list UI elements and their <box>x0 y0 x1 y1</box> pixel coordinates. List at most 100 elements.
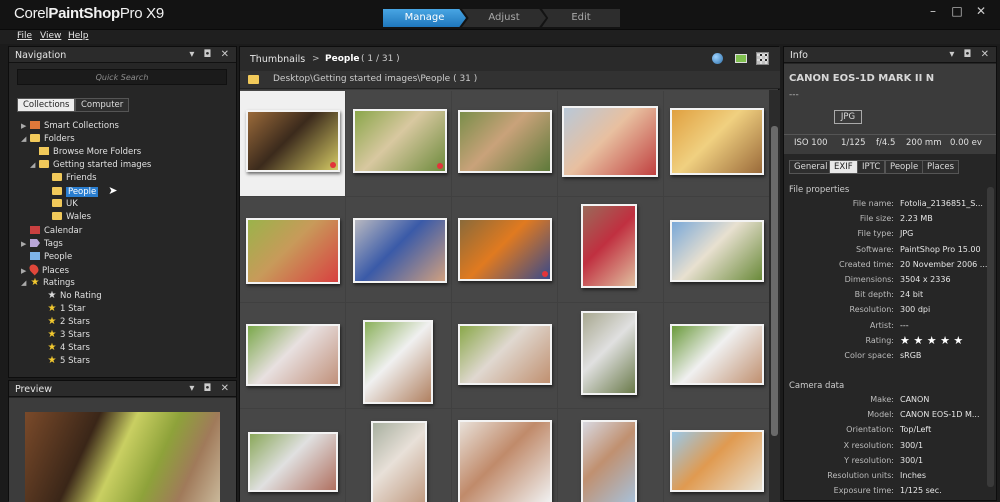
tree-getting-started[interactable]: ◢ Getting started images <box>30 159 151 171</box>
tree-5-stars[interactable]: ★ 5 Stars <box>47 355 90 367</box>
thumbnail-image[interactable] <box>670 430 764 492</box>
thumbnail-image[interactable] <box>353 109 447 173</box>
thumbnail-cell[interactable] <box>452 409 558 502</box>
map-icon[interactable] <box>735 54 747 63</box>
thumbnail-cell[interactable] <box>240 303 346 409</box>
thumbnail-image[interactable] <box>581 204 637 288</box>
thumbnail-cell[interactable] <box>664 197 769 303</box>
thumbnail-image[interactable] <box>246 218 340 284</box>
tab-collections[interactable]: Collections <box>17 98 76 112</box>
thumbnail-grid <box>240 90 769 502</box>
thumbnail-image[interactable] <box>248 432 338 492</box>
thumbnail-image[interactable] <box>458 324 552 385</box>
thumbnail-cell[interactable] <box>664 91 769 197</box>
menu-help[interactable]: Help <box>68 31 89 41</box>
panel-controls[interactable]: ▾ ◘ ✕ <box>189 49 232 60</box>
tree-wales[interactable]: Wales <box>52 211 91 223</box>
thumbnail-cell[interactable] <box>240 409 346 502</box>
grid-view-icon[interactable] <box>756 52 769 65</box>
close-button[interactable]: ✕ <box>972 4 990 18</box>
thumbnail-image[interactable] <box>371 421 427 502</box>
breadcrumb-people[interactable]: People <box>325 54 360 64</box>
thumbnails-scrollbar[interactable] <box>769 90 780 502</box>
menu-view[interactable]: View <box>40 31 61 41</box>
thumbnail-image[interactable] <box>458 420 552 502</box>
tab-exif[interactable]: EXIF <box>829 160 858 174</box>
thumbnail-cell[interactable] <box>346 409 452 502</box>
property-row: Created time: 20 November 2006 ... <box>784 259 996 270</box>
expand-icon[interactable]: ▶ <box>21 120 30 132</box>
thumbnail-cell[interactable] <box>664 409 769 502</box>
tree-1-star[interactable]: ★ 1 Star <box>47 303 86 315</box>
thumbnail-cell[interactable] <box>558 409 664 502</box>
thumbnail-cell[interactable] <box>664 303 769 409</box>
menu-file[interactable]: File <box>17 31 32 41</box>
panel-controls[interactable]: ▾ ◘ ✕ <box>189 383 232 394</box>
minimize-button[interactable]: – <box>924 4 942 18</box>
tree-3-stars[interactable]: ★ 3 Stars <box>47 329 90 341</box>
thumbnail-image[interactable] <box>670 108 764 175</box>
panel-controls[interactable]: ▾ ◘ ✕ <box>949 49 992 60</box>
thumbnail-cell[interactable] <box>558 197 664 303</box>
thumbnail-cell[interactable] <box>346 91 452 197</box>
people-icon <box>30 252 40 260</box>
thumbnail-cell[interactable] <box>346 303 452 409</box>
tree-no-rating[interactable]: ★ No Rating <box>47 290 102 302</box>
thumbnail-cell[interactable] <box>558 303 664 409</box>
tree-browse-more[interactable]: Browse More Folders <box>39 146 141 158</box>
tree-uk[interactable]: UK <box>52 198 78 210</box>
thumbnail-cell[interactable] <box>452 197 558 303</box>
info-scrollbar[interactable] <box>987 187 994 487</box>
thumbnail-image[interactable] <box>581 311 637 395</box>
collapse-icon[interactable]: ◢ <box>21 277 30 289</box>
thumbnail-image[interactable] <box>458 218 552 281</box>
thumbnail-image[interactable] <box>458 110 552 173</box>
tree-people[interactable]: People <box>30 251 72 263</box>
tab-manage[interactable]: Manage <box>383 9 466 27</box>
collapse-icon[interactable]: ◢ <box>21 133 30 145</box>
globe-icon[interactable] <box>712 53 723 64</box>
thumbnail-image[interactable] <box>246 324 340 386</box>
thumbnail-cell[interactable] <box>240 91 346 197</box>
quick-search-input[interactable]: Quick Search <box>17 69 227 85</box>
tree-folders[interactable]: ◢ Folders <box>21 133 75 145</box>
thumbnail-cell[interactable] <box>558 91 664 197</box>
property-label: Bit depth: <box>854 290 894 300</box>
thumbnail-image[interactable] <box>353 218 447 283</box>
tree-places[interactable]: ▶ Places <box>21 262 69 276</box>
tab-edit[interactable]: Edit <box>542 9 620 27</box>
thumbnail-image[interactable] <box>670 220 764 282</box>
collapse-icon[interactable]: ◢ <box>30 159 39 171</box>
thumbnail-image[interactable] <box>562 106 658 177</box>
thumbnail-count: ( 1 / 31 ) <box>361 54 400 64</box>
tree-calendar[interactable]: Calendar <box>30 225 82 237</box>
thumbnail-image[interactable] <box>246 110 340 172</box>
tree-ratings[interactable]: ◢ ★ Ratings <box>21 277 75 289</box>
property-value: --- <box>900 320 909 330</box>
thumbnail-cell[interactable] <box>346 197 452 303</box>
expand-icon[interactable]: ▶ <box>21 238 30 250</box>
tree-people-folder[interactable]: People ➤ <box>52 185 117 197</box>
app-logo: CorelPaintShopPro X9 <box>14 5 164 22</box>
thumbnail-cell[interactable] <box>240 197 346 303</box>
tag-icon <box>30 239 40 247</box>
thumbnail-image[interactable] <box>363 320 433 404</box>
tree-tags[interactable]: ▶ Tags <box>21 238 63 250</box>
thumbnail-image[interactable] <box>670 324 764 385</box>
tab-adjust[interactable]: Adjust <box>462 9 546 27</box>
tab-places[interactable]: Places <box>922 160 960 174</box>
tab-computer[interactable]: Computer <box>75 98 130 112</box>
tree-4-stars[interactable]: ★ 4 Stars <box>47 342 90 354</box>
property-value: CANON EOS-1D M... <box>900 410 980 420</box>
tree-2-stars[interactable]: ★ 2 Stars <box>47 316 90 328</box>
thumbnail-cell[interactable] <box>452 303 558 409</box>
tab-general[interactable]: General <box>789 160 833 174</box>
thumbnail-image[interactable] <box>581 420 637 502</box>
tab-people[interactable]: People <box>885 160 924 174</box>
tree-smart-collections[interactable]: ▶ Smart Collections <box>21 120 119 132</box>
thumbnail-cell[interactable] <box>452 91 558 197</box>
maximize-button[interactable]: □ <box>948 4 966 18</box>
tree-friends[interactable]: Friends <box>52 172 97 184</box>
tab-iptc[interactable]: IPTC <box>857 160 886 174</box>
scrollbar-thumb[interactable] <box>771 126 778 436</box>
